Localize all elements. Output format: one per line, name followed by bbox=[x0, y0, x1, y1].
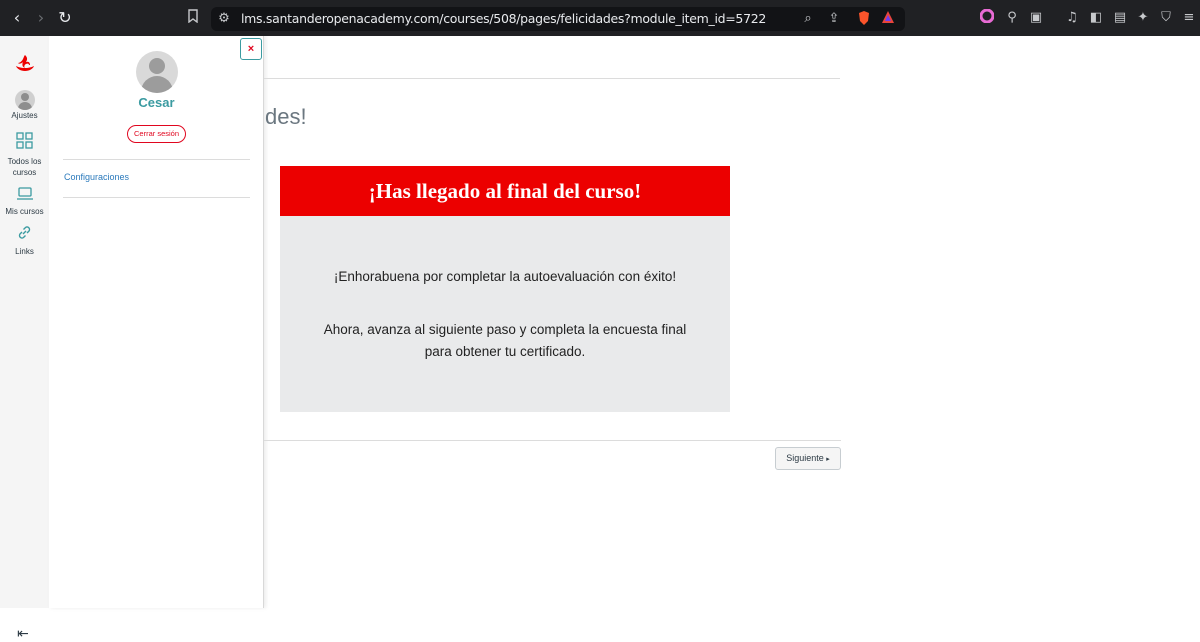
address-bar[interactable]: ⚙ lms.santanderopenacademy.com/courses/5… bbox=[211, 7, 905, 31]
divider bbox=[63, 159, 250, 160]
link-icon bbox=[0, 224, 49, 246]
divider bbox=[63, 197, 250, 198]
page-title: des! bbox=[265, 104, 307, 129]
back-icon[interactable]: ‹ bbox=[7, 8, 27, 28]
next-button-label: Siguiente bbox=[786, 453, 824, 463]
sidebar-toggle-icon[interactable]: ◧ bbox=[1087, 9, 1105, 27]
reload-icon[interactable]: ↻ bbox=[55, 8, 75, 28]
share-icon[interactable]: ⇪ bbox=[825, 10, 843, 28]
nav-label: Todos los cursos bbox=[7, 157, 42, 177]
global-nav: Ajustes Todos los cursos Mis cursos Link… bbox=[0, 36, 49, 642]
brave-shield-icon[interactable] bbox=[855, 10, 873, 28]
zoom-icon[interactable]: ⌕ bbox=[799, 10, 817, 28]
menu-icon[interactable]: ≡ bbox=[1180, 9, 1198, 27]
close-tray-button[interactable]: × bbox=[240, 38, 262, 60]
nav-label: Links bbox=[15, 247, 34, 256]
browser-toolbar: ‹ › ↻ ⚙ lms.santanderopenacademy.com/cou… bbox=[0, 0, 1200, 36]
extensions-icon[interactable]: ⚲ bbox=[1003, 9, 1021, 27]
media-icon[interactable]: ♫ bbox=[1063, 9, 1081, 27]
grid-icon bbox=[0, 132, 49, 154]
nav-item-todos-los-cursos[interactable]: Todos los cursos bbox=[0, 132, 49, 178]
user-name: Cesar bbox=[138, 95, 175, 110]
logout-button[interactable]: Cerrar sesión bbox=[127, 125, 186, 143]
banner-congrats-text: ¡Enhorabuena por completar la autoevalua… bbox=[333, 269, 677, 284]
configuraciones-link[interactable]: Configuraciones bbox=[64, 172, 129, 182]
extension-color-icon[interactable] bbox=[978, 8, 996, 27]
next-button[interactable]: Siguiente ▸ bbox=[775, 447, 841, 470]
santander-logo[interactable] bbox=[14, 54, 36, 72]
banner-heading: ¡Has llegado al final del curso! bbox=[280, 166, 730, 216]
nav-label: Mis cursos bbox=[5, 207, 44, 216]
leo-ai-icon[interactable]: ✦ bbox=[1134, 9, 1152, 27]
nav-item-mis-cursos[interactable]: Mis cursos bbox=[0, 186, 49, 217]
bookmark-icon[interactable] bbox=[184, 9, 202, 27]
avatar-icon bbox=[14, 90, 35, 110]
laptop-icon bbox=[0, 186, 49, 206]
nav-item-ajustes[interactable]: Ajustes bbox=[0, 90, 49, 121]
url-text: lms.santanderopenacademy.com/courses/508… bbox=[241, 11, 767, 26]
divider bbox=[264, 440, 841, 441]
collapse-nav-icon[interactable]: ⇤ bbox=[17, 626, 29, 642]
banner-next-step-text: Ahora, avanza al siguiente paso y comple… bbox=[323, 322, 687, 359]
nav-item-links[interactable]: Links bbox=[0, 224, 49, 257]
site-settings-icon[interactable]: ⚙ bbox=[215, 10, 233, 28]
nav-label: Ajustes bbox=[11, 111, 38, 120]
wallet-icon[interactable]: ▤ bbox=[1111, 9, 1129, 27]
divider bbox=[264, 78, 840, 79]
triangle-right-icon: ▸ bbox=[826, 456, 830, 463]
forward-icon[interactable]: › bbox=[31, 8, 51, 28]
vpn-icon[interactable]: ⛉ bbox=[1157, 9, 1175, 27]
profile-tray: × Cesar Cerrar sesión Configuraciones bbox=[49, 36, 264, 608]
screenshot-icon[interactable]: ▣ bbox=[1027, 9, 1045, 27]
completion-banner: ¡Has llegado al final del curso! ¡Enhora… bbox=[280, 166, 730, 412]
avatar bbox=[136, 51, 178, 93]
brave-rewards-icon[interactable] bbox=[879, 10, 897, 28]
